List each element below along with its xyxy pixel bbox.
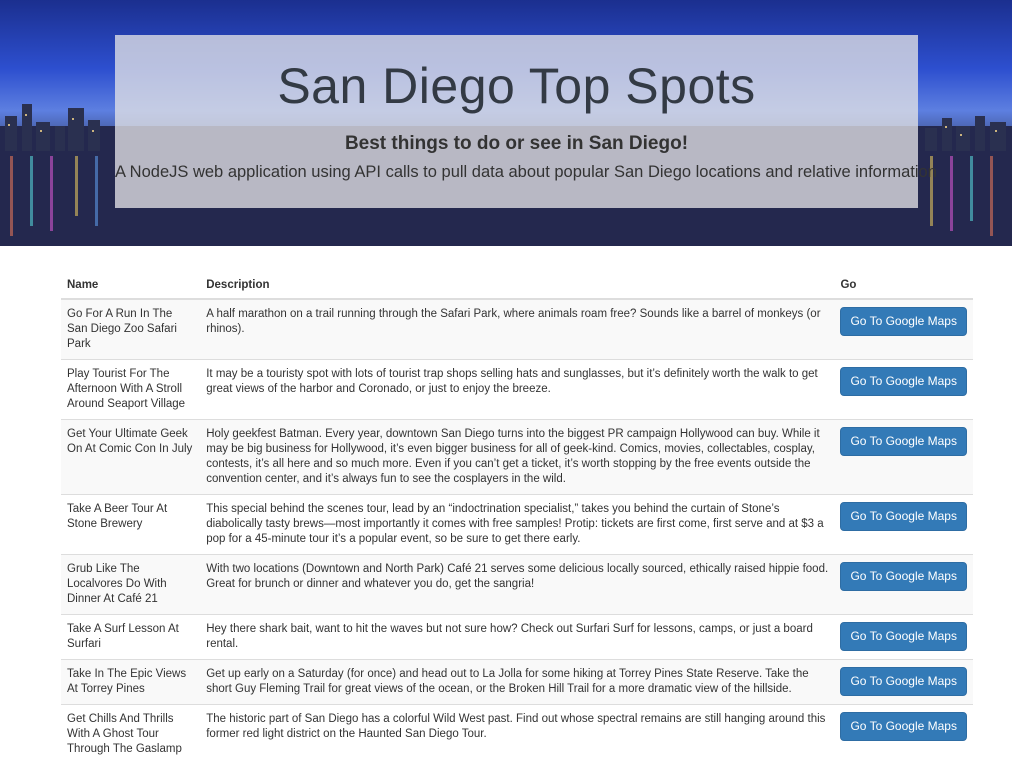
google-maps-button[interactable]: Go To Google Maps [840, 562, 967, 591]
table-row: Go For A Run In The San Diego Zoo Safari… [61, 299, 973, 360]
google-maps-button[interactable]: Go To Google Maps [840, 502, 967, 531]
table-header-row: Name Description Go [61, 270, 973, 299]
spot-name: Get Chills And Thrills With A Ghost Tour… [61, 705, 200, 764]
page-subtitle: Best things to do or see in San Diego! [115, 133, 918, 155]
spots-table: Name Description Go Go For A Run In The … [61, 270, 973, 764]
table-row: Get Your Ultimate Geek On At Comic Con I… [61, 420, 973, 495]
table-row: Take A Beer Tour At Stone Brewery This s… [61, 495, 973, 555]
spot-name: Grub Like The Localvores Do With Dinner … [61, 555, 200, 615]
spot-name: Go For A Run In The San Diego Zoo Safari… [61, 299, 200, 360]
column-header-go: Go [834, 270, 973, 299]
table-row: Take In The Epic Views At Torrey Pines G… [61, 660, 973, 705]
spot-name: Take In The Epic Views At Torrey Pines [61, 660, 200, 705]
column-header-name: Name [61, 270, 200, 299]
jumbotron: San Diego Top Spots Best things to do or… [115, 35, 918, 208]
page-title: San Diego Top Spots [115, 57, 918, 115]
google-maps-button[interactable]: Go To Google Maps [840, 367, 967, 396]
spot-description: A half marathon on a trail running throu… [200, 299, 834, 360]
google-maps-button[interactable]: Go To Google Maps [840, 307, 967, 336]
spot-name: Get Your Ultimate Geek On At Comic Con I… [61, 420, 200, 495]
google-maps-button[interactable]: Go To Google Maps [840, 622, 967, 651]
spot-name: Take A Surf Lesson At Surfari [61, 615, 200, 660]
spot-description: It may be a touristy spot with lots of t… [200, 360, 834, 420]
hero-banner: San Diego Top Spots Best things to do or… [0, 0, 1012, 246]
page-tagline: A NodeJS web application using API calls… [115, 163, 918, 182]
google-maps-button[interactable]: Go To Google Maps [840, 667, 967, 696]
google-maps-button[interactable]: Go To Google Maps [840, 427, 967, 456]
spot-description: Hey there shark bait, want to hit the wa… [200, 615, 834, 660]
column-header-description: Description [200, 270, 834, 299]
table-row: Grub Like The Localvores Do With Dinner … [61, 555, 973, 615]
spot-description: Holy geekfest Batman. Every year, downto… [200, 420, 834, 495]
table-row: Play Tourist For The Afternoon With A St… [61, 360, 973, 420]
table-row: Get Chills And Thrills With A Ghost Tour… [61, 705, 973, 764]
spot-description: With two locations (Downtown and North P… [200, 555, 834, 615]
spot-description: This special behind the scenes tour, lea… [200, 495, 834, 555]
spot-description: Get up early on a Saturday (for once) an… [200, 660, 834, 705]
spot-description: The historic part of San Diego has a col… [200, 705, 834, 764]
spot-name: Take A Beer Tour At Stone Brewery [61, 495, 200, 555]
spot-name: Play Tourist For The Afternoon With A St… [61, 360, 200, 420]
table-row: Take A Surf Lesson At Surfari Hey there … [61, 615, 973, 660]
